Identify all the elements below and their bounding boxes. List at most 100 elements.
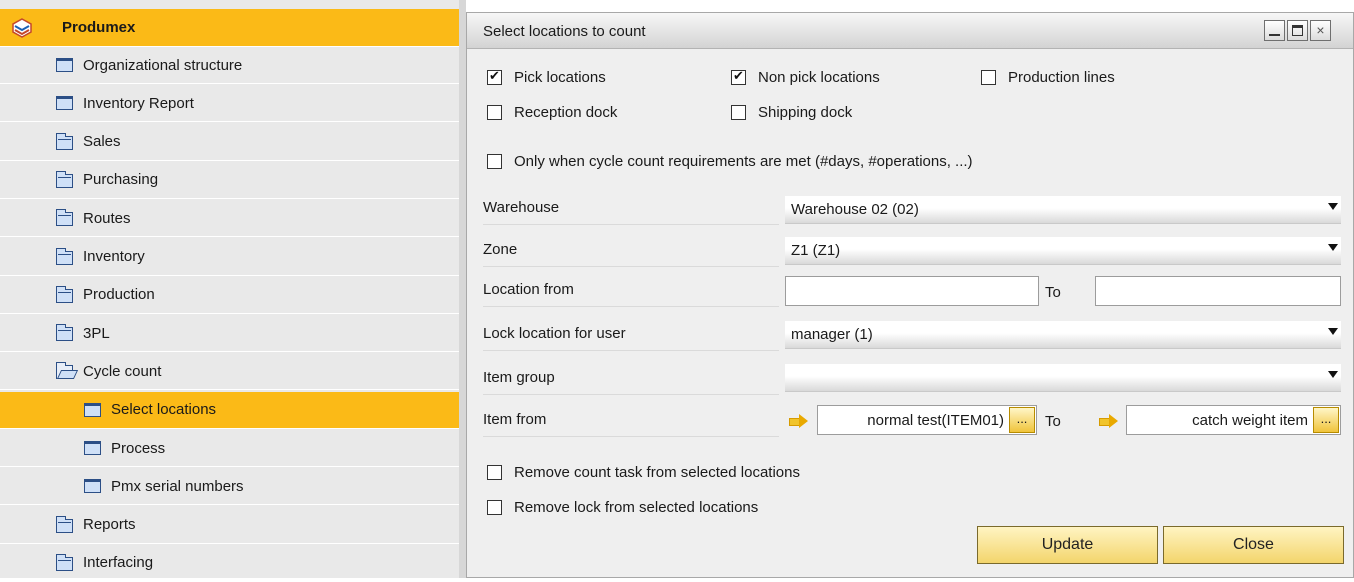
nav-item-cycle-count[interactable]: Cycle count (0, 353, 459, 391)
navigation-tree: Produmex Organizational structure Invento… (0, 0, 459, 582)
nav-item-routes[interactable]: Routes (0, 200, 459, 238)
nav-root-label: Produmex (62, 19, 136, 36)
nav-item-label: Organizational structure (83, 56, 243, 74)
nav-item-organizational-structure[interactable]: Organizational structure (0, 47, 459, 84)
produmex-logo-icon (12, 17, 32, 38)
folder-icon (56, 132, 73, 150)
checkbox-box[interactable] (731, 68, 746, 85)
window-icon (56, 58, 73, 72)
checkbox-box[interactable] (487, 499, 502, 515)
location-to-label: To (1045, 284, 1061, 301)
folder-icon (56, 324, 73, 342)
folder-icon (56, 247, 73, 265)
warehouse-value: Warehouse 02 (02) (791, 201, 919, 218)
maximize-button[interactable] (1287, 20, 1308, 41)
nav-item-process[interactable]: Process (0, 430, 459, 467)
checkbox-label: Production lines (1008, 68, 1115, 86)
nav-item-label: Inventory (83, 248, 145, 265)
checkbox-box[interactable] (487, 68, 502, 85)
item-group-label: Item group (483, 363, 779, 395)
dropdown-arrow-icon (1328, 328, 1338, 335)
nav-item-label: Purchasing (83, 171, 159, 189)
nav-item-inventory[interactable]: Inventory (0, 239, 459, 276)
checkbox-label: Reception dock (514, 103, 618, 121)
nav-item-inventory-report[interactable]: Inventory Report (0, 85, 459, 123)
folder-icon (56, 170, 73, 188)
item-to-label: To (1045, 413, 1061, 430)
checkbox-label: Only when cycle count requirements are m… (514, 152, 973, 170)
zone-label: Zone (483, 235, 779, 267)
nav-item-sales[interactable]: Sales (0, 124, 459, 161)
close-icon: × (1316, 22, 1325, 38)
nav-item-label: Reports (83, 516, 136, 534)
splitter[interactable] (459, 0, 466, 578)
nav-item-label: Interfacing (83, 554, 154, 572)
nav-item-label: Production (83, 286, 155, 304)
item-to-input[interactable]: catch weight item ... (1126, 405, 1341, 435)
only-cycle-count-checkbox[interactable]: Only when cycle count requirements are m… (487, 151, 973, 171)
checkbox-label: Remove count task from selected location… (514, 463, 800, 481)
checkbox-label: Pick locations (514, 68, 606, 86)
maximize-icon (1292, 25, 1303, 36)
nav-item-label: Select locations (111, 401, 217, 419)
location-to-input[interactable] (1095, 276, 1341, 306)
remove-lock-checkbox[interactable]: Remove lock from selected locations (487, 497, 758, 517)
lock-location-label: Lock location for user (483, 319, 779, 351)
location-from-input[interactable] (785, 276, 1039, 306)
item-to-link-arrow-icon[interactable] (1099, 414, 1119, 428)
window-icon (84, 441, 101, 455)
dialog-titlebar[interactable]: Select locations to count × (467, 13, 1353, 49)
location-from-label: Location from (483, 275, 779, 307)
nav-item-select-locations[interactable]: Select locations (0, 391, 459, 429)
nav-item-reports[interactable]: Reports (0, 507, 459, 544)
item-to-browse-button[interactable]: ... (1313, 407, 1339, 433)
item-group-dropdown[interactable] (785, 364, 1341, 392)
checkbox-box[interactable] (731, 104, 746, 120)
checkbox-box[interactable] (487, 464, 502, 480)
select-locations-dialog: Select locations to count × Pick locatio… (466, 12, 1354, 578)
remove-count-task-checkbox[interactable]: Remove count task from selected location… (487, 462, 800, 482)
dialog-title: Select locations to count (483, 23, 646, 40)
folder-icon (56, 515, 73, 533)
update-button[interactable]: Update (977, 526, 1158, 564)
non-pick-locations-checkbox[interactable]: Non pick locations (731, 67, 880, 87)
checkbox-label: Remove lock from selected locations (514, 498, 759, 516)
nav-item-label: Routes (83, 209, 131, 227)
nav-item-label: Pmx serial numbers (111, 477, 244, 495)
zone-dropdown[interactable]: Z1 (Z1) (785, 237, 1341, 265)
item-from-value: normal test(ITEM01) (867, 412, 1004, 429)
nav-item-pmx-serial-numbers[interactable]: Pmx serial numbers (0, 468, 459, 506)
dropdown-arrow-icon (1328, 244, 1338, 251)
folder-icon (56, 553, 73, 571)
zone-value: Z1 (Z1) (791, 242, 841, 259)
close-button[interactable]: × (1310, 20, 1331, 41)
open-folder-icon (56, 362, 73, 380)
nav-item-production[interactable]: Production (0, 277, 459, 314)
reception-dock-checkbox[interactable]: Reception dock (487, 102, 617, 122)
pick-locations-checkbox[interactable]: Pick locations (487, 67, 606, 87)
warehouse-label: Warehouse (483, 193, 779, 225)
shipping-dock-checkbox[interactable]: Shipping dock (731, 102, 852, 122)
checkbox-label: Shipping dock (758, 103, 853, 121)
nav-item-label: 3PL (83, 324, 110, 342)
nav-root-produmex[interactable]: Produmex (0, 9, 459, 47)
minimize-button[interactable] (1264, 20, 1285, 41)
warehouse-dropdown[interactable]: Warehouse 02 (02) (785, 196, 1341, 224)
nav-item-purchasing[interactable]: Purchasing (0, 162, 459, 199)
production-lines-checkbox[interactable]: Production lines (981, 67, 1115, 87)
lock-user-dropdown[interactable]: manager (1) (785, 321, 1341, 349)
item-from-input[interactable]: normal test(ITEM01) ... (817, 405, 1037, 435)
nav-item-3pl[interactable]: 3PL (0, 315, 459, 353)
checkbox-box[interactable] (487, 104, 502, 120)
nav-item-interfacing[interactable]: Interfacing (0, 545, 459, 582)
item-from-link-arrow-icon[interactable] (789, 414, 809, 428)
close-dialog-button[interactable]: Close (1163, 526, 1344, 564)
lock-user-value: manager (1) (791, 326, 873, 343)
window-icon (84, 402, 101, 417)
checkbox-box[interactable] (487, 153, 502, 169)
item-from-browse-button[interactable]: ... (1009, 407, 1035, 433)
dropdown-arrow-icon (1328, 371, 1338, 378)
checkbox-box[interactable] (981, 69, 996, 85)
window-icon (56, 96, 73, 111)
nav-item-label: Process (111, 439, 166, 457)
